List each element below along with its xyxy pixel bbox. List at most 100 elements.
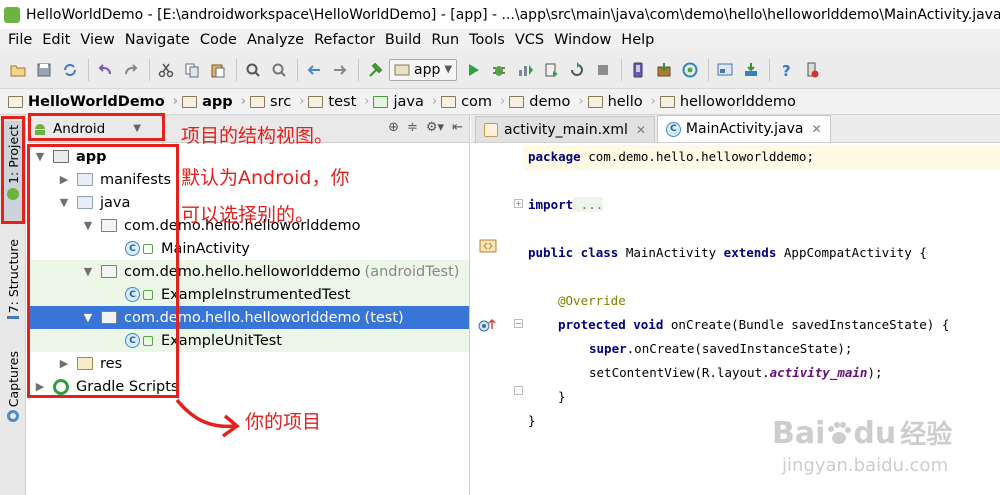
editor-tabs: activity_main.xml ✕ C MainActivity.java … — [471, 115, 1000, 143]
expand-arrow-icon[interactable]: ▼ — [57, 196, 71, 209]
menu-view[interactable]: View — [75, 29, 119, 51]
gear-icon[interactable]: ⚙▾ — [426, 120, 444, 135]
paste-icon[interactable] — [206, 58, 230, 82]
code-line: package com.demo.hello.helloworlddemo; — [528, 149, 814, 164]
expand-arrow-icon[interactable]: ▼ — [81, 265, 95, 278]
menu-code[interactable]: Code — [195, 29, 242, 51]
breadcrumb-item[interactable]: helloworlddemo — [659, 94, 796, 110]
tree-item[interactable]: ▶ res — [27, 352, 469, 375]
close-icon[interactable]: ✕ — [636, 123, 646, 137]
open-icon[interactable] — [6, 58, 30, 82]
breadcrumb-item[interactable]: app › — [182, 94, 246, 110]
copy-icon[interactable] — [180, 58, 204, 82]
run-config-select[interactable]: app ▼ — [389, 58, 458, 81]
replace-icon[interactable] — [267, 58, 291, 82]
cut-icon[interactable] — [154, 58, 178, 82]
save-icon[interactable] — [32, 58, 56, 82]
annotation-text: 项目的结构视图。 — [181, 125, 334, 147]
menu-navigate[interactable]: Navigate — [120, 29, 195, 51]
sdk-manager-icon[interactable] — [652, 58, 676, 82]
folder-icon — [659, 95, 675, 108]
tree-item[interactable]: C MainActivity — [27, 237, 469, 260]
close-icon[interactable]: ✕ — [812, 122, 822, 136]
project-view-selector[interactable]: Android ▼ — [33, 121, 141, 137]
device-monitor-icon[interactable] — [739, 58, 763, 82]
hide-panel-icon[interactable]: ⇤ — [452, 120, 463, 135]
scroll-from-source-icon[interactable]: ⊕ — [388, 120, 399, 135]
tree-item[interactable]: ▼ com.demo.hello.helloworlddemo (androidTe… — [27, 260, 469, 283]
breadcrumb-item[interactable]: test › — [308, 94, 369, 110]
make-icon[interactable] — [363, 58, 387, 82]
sync-icon[interactable] — [58, 58, 82, 82]
package-icon — [101, 311, 117, 324]
debug-icon[interactable] — [487, 58, 511, 82]
tab-structure[interactable]: 7: Structure — [2, 239, 24, 320]
breadcrumb-item[interactable]: java › — [373, 94, 437, 110]
sdk-icon[interactable] — [800, 58, 824, 82]
menu-build[interactable]: Build — [380, 29, 426, 51]
tab-structure-label: 7: Structure — [5, 239, 21, 314]
override-marker-icon[interactable] — [477, 317, 497, 333]
breadcrumb-item[interactable]: HelloWorldDemo › — [8, 94, 178, 110]
package-icon — [101, 265, 117, 278]
fold-end-icon[interactable] — [514, 386, 523, 395]
project-structure-icon[interactable] — [713, 58, 737, 82]
collapse-arrow-icon[interactable]: ▶ — [57, 357, 71, 370]
tree-item[interactable]: ▼ com.demo.hello.helloworlddemo (test) — [27, 306, 469, 329]
collapse-arrow-icon[interactable]: ▶ — [33, 380, 47, 393]
chevron-right-icon: › — [240, 94, 247, 109]
fold-expand-icon[interactable]: + — [514, 199, 523, 208]
menu-analyze[interactable]: Analyze — [242, 29, 309, 51]
fold-collapse-icon[interactable]: − — [514, 319, 523, 328]
menu-file[interactable]: File — [3, 29, 37, 51]
breadcrumb-item[interactable]: demo › — [509, 94, 584, 110]
breadcrumb-item[interactable]: com › — [441, 94, 505, 110]
folder-icon — [77, 357, 93, 370]
module-icon — [394, 64, 410, 75]
tree-item-suffix: (androidTest) — [364, 263, 460, 280]
menu-help[interactable]: Help — [616, 29, 659, 51]
expand-arrow-icon[interactable]: ▼ — [33, 150, 47, 163]
menu-vcs[interactable]: VCS — [510, 29, 549, 51]
svg-text:?: ? — [782, 62, 791, 79]
tree-item[interactable]: ▶ Gradle Scripts — [27, 375, 469, 398]
back-icon[interactable] — [302, 58, 326, 82]
menu-window[interactable]: Window — [549, 29, 616, 51]
tree-item[interactable]: C ExampleUnitTest — [27, 329, 469, 352]
toolbar-separator — [621, 58, 623, 81]
forward-icon[interactable] — [328, 58, 352, 82]
find-icon[interactable] — [241, 58, 265, 82]
help-icon[interactable]: ? — [774, 58, 798, 82]
stop-icon[interactable] — [591, 58, 615, 82]
expand-arrow-icon[interactable]: ▼ — [81, 219, 95, 232]
tab-project[interactable]: 1: Project — [2, 121, 24, 221]
menu-tools[interactable]: Tools — [464, 29, 510, 51]
tree-item-label: ExampleUnitTest — [161, 332, 282, 349]
tab-captures[interactable]: Captures — [2, 351, 24, 431]
menu-edit[interactable]: Edit — [37, 29, 75, 51]
layout-marker-icon[interactable] — [479, 237, 497, 255]
android-monitor-icon[interactable] — [678, 58, 702, 82]
undo-icon[interactable] — [93, 58, 117, 82]
collapse-arrow-icon[interactable]: ▶ — [57, 173, 71, 186]
redo-icon[interactable] — [119, 58, 143, 82]
tree-item[interactable]: C ExampleInstrumentedTest — [27, 283, 469, 306]
breadcrumb-item[interactable]: hello › — [587, 94, 656, 110]
coverage-icon[interactable] — [513, 58, 537, 82]
breadcrumb-label: app — [202, 93, 233, 110]
menu-refactor[interactable]: Refactor — [309, 29, 380, 51]
editor-gutter: + − — [471, 143, 523, 495]
apply-changes-icon[interactable] — [539, 58, 563, 82]
avd-manager-icon[interactable] — [626, 58, 650, 82]
attach-debugger-icon[interactable] — [565, 58, 589, 82]
tab-activity-main-xml[interactable]: activity_main.xml ✕ — [475, 116, 655, 142]
expand-arrow-icon[interactable]: ▼ — [81, 311, 95, 324]
chevron-right-icon: › — [172, 94, 179, 109]
collapse-all-icon[interactable]: ≑ — [407, 120, 418, 135]
android-studio-icon — [4, 6, 20, 23]
breadcrumb-item[interactable]: src › — [250, 94, 304, 110]
menu-run[interactable]: Run — [426, 29, 464, 51]
tab-mainactivity-java[interactable]: C MainActivity.java ✕ — [656, 115, 831, 142]
code-line: } — [528, 413, 536, 428]
run-icon[interactable] — [461, 58, 485, 82]
